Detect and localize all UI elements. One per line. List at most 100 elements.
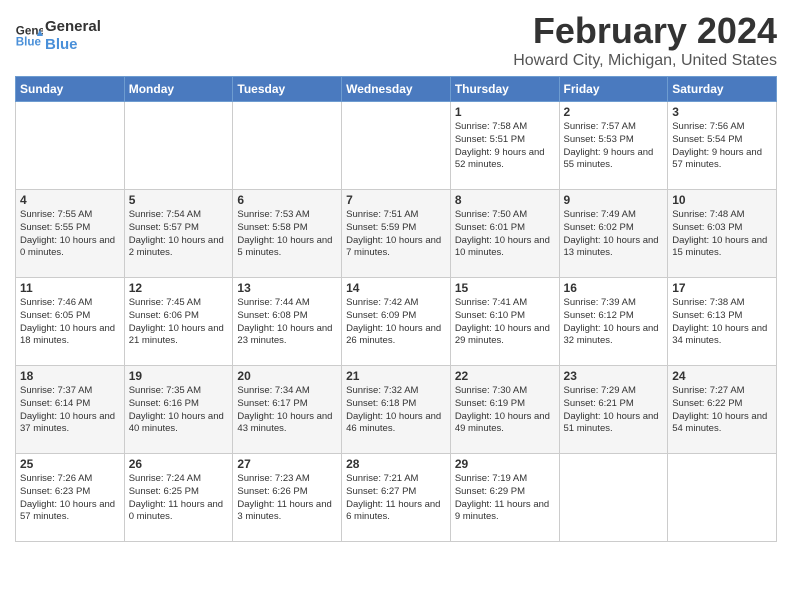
calendar-cell: 21 Sunrise: 7:32 AM Sunset: 6:18 PM Dayli… (342, 366, 451, 454)
day-number: 2 (564, 105, 664, 119)
day-number: 1 (455, 105, 555, 119)
calendar-table: SundayMondayTuesdayWednesdayThursdayFrid… (15, 76, 777, 542)
day-number: 16 (564, 281, 664, 295)
calendar-cell (342, 102, 451, 190)
calendar-cell: 8 Sunrise: 7:50 AM Sunset: 6:01 PM Daylig… (450, 190, 559, 278)
calendar-cell (559, 454, 668, 542)
day-content: Sunrise: 7:50 AM Sunset: 6:01 PM Dayligh… (455, 209, 555, 260)
day-number: 13 (237, 281, 337, 295)
calendar-cell: 28 Sunrise: 7:21 AM Sunset: 6:27 PM Dayli… (342, 454, 451, 542)
title-area: February 2024 Howard City, Michigan, Uni… (513, 10, 777, 70)
day-number: 8 (455, 193, 555, 207)
day-content: Sunrise: 7:19 AM Sunset: 6:29 PM Dayligh… (455, 473, 555, 524)
day-header-sunday: Sunday (16, 77, 125, 102)
calendar-cell: 26 Sunrise: 7:24 AM Sunset: 6:25 PM Dayli… (124, 454, 233, 542)
calendar-cell: 25 Sunrise: 7:26 AM Sunset: 6:23 PM Dayli… (16, 454, 125, 542)
calendar-cell: 1Sunrise: 7:58 AM Sunset: 5:51 PM Daylig… (450, 102, 559, 190)
day-content: Sunrise: 7:21 AM Sunset: 6:27 PM Dayligh… (346, 473, 446, 524)
calendar-week-4: 18Sunrise: 7:37 AM Sunset: 6:14 PM Dayli… (16, 366, 777, 454)
calendar-week-2: 4 Sunrise: 7:55 AM Sunset: 5:55 PM Daylig… (16, 190, 777, 278)
calendar-cell: 7 Sunrise: 7:51 AM Sunset: 5:59 PM Daylig… (342, 190, 451, 278)
day-content: Sunrise: 7:55 AM Sunset: 5:55 PM Dayligh… (20, 209, 120, 260)
day-header-friday: Friday (559, 77, 668, 102)
day-content: Sunrise: 7:23 AM Sunset: 6:26 PM Dayligh… (237, 473, 337, 524)
logo-icon: General Blue (15, 22, 43, 50)
day-number: 22 (455, 369, 555, 383)
day-content: Sunrise: 7:32 AM Sunset: 6:18 PM Dayligh… (346, 385, 446, 436)
day-content: Sunrise: 7:37 AM Sunset: 6:14 PM Dayligh… (20, 385, 120, 436)
day-header-wednesday: Wednesday (342, 77, 451, 102)
day-number: 3 (672, 105, 772, 119)
day-content: Sunrise: 7:27 AM Sunset: 6:22 PM Dayligh… (672, 385, 772, 436)
location-title: Howard City, Michigan, United States (513, 52, 777, 70)
day-number: 25 (20, 457, 120, 471)
day-content: Sunrise: 7:29 AM Sunset: 6:21 PM Dayligh… (564, 385, 664, 436)
day-content: Sunrise: 7:34 AM Sunset: 6:17 PM Dayligh… (237, 385, 337, 436)
calendar-cell: 10 Sunrise: 7:48 AM Sunset: 6:03 PM Dayli… (668, 190, 777, 278)
calendar-cell: 11 Sunrise: 7:46 AM Sunset: 6:05 PM Dayli… (16, 278, 125, 366)
day-number: 20 (237, 369, 337, 383)
calendar-cell: 12 Sunrise: 7:45 AM Sunset: 6:06 PM Dayli… (124, 278, 233, 366)
day-number: 4 (20, 193, 120, 207)
day-content: Sunrise: 7:57 AM Sunset: 5:53 PM Dayligh… (564, 121, 664, 172)
calendar-cell: 5Sunrise: 7:54 AM Sunset: 5:57 PM Daylig… (124, 190, 233, 278)
day-content: Sunrise: 7:45 AM Sunset: 6:06 PM Dayligh… (129, 297, 229, 348)
day-number: 12 (129, 281, 229, 295)
day-content: Sunrise: 7:46 AM Sunset: 6:05 PM Dayligh… (20, 297, 120, 348)
calendar-cell (668, 454, 777, 542)
calendar-week-3: 11 Sunrise: 7:46 AM Sunset: 6:05 PM Dayli… (16, 278, 777, 366)
logo-line2: Blue (45, 36, 101, 54)
calendar-cell: 27 Sunrise: 7:23 AM Sunset: 6:26 PM Dayli… (233, 454, 342, 542)
header: General Blue General Blue February 2024 … (15, 10, 777, 70)
day-number: 21 (346, 369, 446, 383)
day-number: 6 (237, 193, 337, 207)
calendar-cell: 13 Sunrise: 7:44 AM Sunset: 6:08 PM Dayli… (233, 278, 342, 366)
month-title: February 2024 (513, 10, 777, 52)
calendar-cell: 17 Sunrise: 7:38 AM Sunset: 6:13 PM Dayli… (668, 278, 777, 366)
day-header-tuesday: Tuesday (233, 77, 342, 102)
calendar-cell: 15Sunrise: 7:41 AM Sunset: 6:10 PM Dayli… (450, 278, 559, 366)
calendar-cell (233, 102, 342, 190)
day-content: Sunrise: 7:56 AM Sunset: 5:54 PM Dayligh… (672, 121, 772, 172)
calendar-cell: 19 Sunrise: 7:35 AM Sunset: 6:16 PM Dayli… (124, 366, 233, 454)
day-number: 9 (564, 193, 664, 207)
calendar-header-row: SundayMondayTuesdayWednesdayThursdayFrid… (16, 77, 777, 102)
day-content: Sunrise: 7:35 AM Sunset: 6:16 PM Dayligh… (129, 385, 229, 436)
day-content: Sunrise: 7:26 AM Sunset: 6:23 PM Dayligh… (20, 473, 120, 524)
svg-text:Blue: Blue (16, 35, 42, 48)
calendar-cell (124, 102, 233, 190)
day-number: 17 (672, 281, 772, 295)
calendar-week-1: 1Sunrise: 7:58 AM Sunset: 5:51 PM Daylig… (16, 102, 777, 190)
calendar-cell: 6Sunrise: 7:53 AM Sunset: 5:58 PM Daylig… (233, 190, 342, 278)
day-content: Sunrise: 7:39 AM Sunset: 6:12 PM Dayligh… (564, 297, 664, 348)
calendar-cell: 4 Sunrise: 7:55 AM Sunset: 5:55 PM Daylig… (16, 190, 125, 278)
calendar-cell: 2 Sunrise: 7:57 AM Sunset: 5:53 PM Daylig… (559, 102, 668, 190)
calendar-cell: 9 Sunrise: 7:49 AM Sunset: 6:02 PM Daylig… (559, 190, 668, 278)
day-number: 5 (129, 193, 229, 207)
calendar-cell: 18Sunrise: 7:37 AM Sunset: 6:14 PM Dayli… (16, 366, 125, 454)
day-number: 15 (455, 281, 555, 295)
day-number: 14 (346, 281, 446, 295)
day-number: 26 (129, 457, 229, 471)
day-number: 11 (20, 281, 120, 295)
day-number: 23 (564, 369, 664, 383)
day-number: 27 (237, 457, 337, 471)
day-number: 19 (129, 369, 229, 383)
day-content: Sunrise: 7:49 AM Sunset: 6:02 PM Dayligh… (564, 209, 664, 260)
calendar-cell: 29 Sunrise: 7:19 AM Sunset: 6:29 PM Dayli… (450, 454, 559, 542)
calendar-cell: 14 Sunrise: 7:42 AM Sunset: 6:09 PM Dayli… (342, 278, 451, 366)
day-content: Sunrise: 7:24 AM Sunset: 6:25 PM Dayligh… (129, 473, 229, 524)
day-header-thursday: Thursday (450, 77, 559, 102)
calendar-week-5: 25 Sunrise: 7:26 AM Sunset: 6:23 PM Dayli… (16, 454, 777, 542)
day-number: 28 (346, 457, 446, 471)
day-content: Sunrise: 7:48 AM Sunset: 6:03 PM Dayligh… (672, 209, 772, 260)
calendar-cell: 20 Sunrise: 7:34 AM Sunset: 6:17 PM Dayli… (233, 366, 342, 454)
day-content: Sunrise: 7:38 AM Sunset: 6:13 PM Dayligh… (672, 297, 772, 348)
day-content: Sunrise: 7:42 AM Sunset: 6:09 PM Dayligh… (346, 297, 446, 348)
day-number: 7 (346, 193, 446, 207)
day-content: Sunrise: 7:51 AM Sunset: 5:59 PM Dayligh… (346, 209, 446, 260)
day-number: 29 (455, 457, 555, 471)
calendar-cell: 24Sunrise: 7:27 AM Sunset: 6:22 PM Dayli… (668, 366, 777, 454)
day-content: Sunrise: 7:44 AM Sunset: 6:08 PM Dayligh… (237, 297, 337, 348)
day-number: 10 (672, 193, 772, 207)
